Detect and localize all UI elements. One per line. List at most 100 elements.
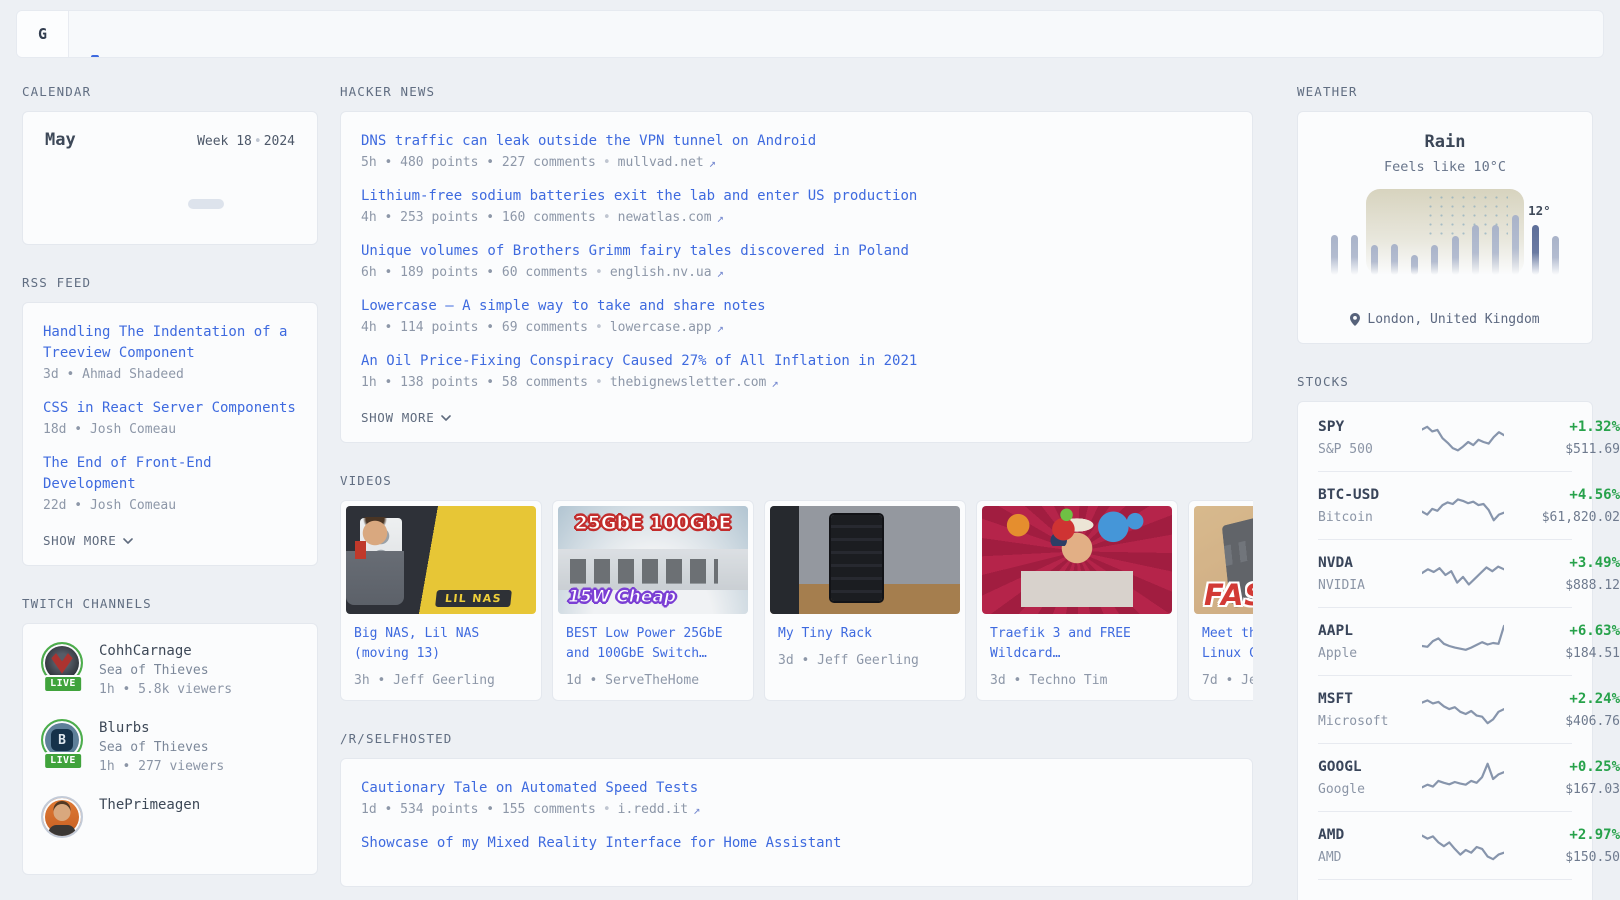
rss-list: Handling The Indentation of a Treeview C… (43, 322, 297, 513)
twitch-section: TWITCH CHANNELS LIVE (22, 596, 318, 875)
stock-row[interactable]: AAPL Apple +6.63% $184.51 (1318, 607, 1572, 675)
page-tab[interactable] (199, 11, 207, 57)
video-card[interactable]: My Tiny Rack 3d • Jeff Geerling (764, 500, 966, 701)
external-link-icon: ↗ (717, 211, 724, 225)
reddit-item-domain[interactable]: i.redd.it (618, 802, 688, 817)
rss-item-title[interactable]: The End of Front-End Development (43, 453, 297, 495)
reddit-item: Cautionary Tale on Automated Speed Tests… (361, 778, 1232, 817)
stock-row[interactable]: SPY S&P 500 +1.32% $511.69 (1318, 404, 1572, 471)
video-card[interactable]: Traefik 3 and FREE Wildcard… 3d • Techno… (976, 500, 1178, 701)
rss-item-title[interactable]: CSS in React Server Components (43, 398, 297, 419)
video-title[interactable]: Traefik 3 and FREE Wildcard… (990, 624, 1164, 664)
hackernews-show-more-button[interactable]: SHOW MORE (361, 410, 451, 425)
news-item: Lithium-free sodium batteries exit the l… (361, 186, 1232, 225)
separator-dot: • (588, 375, 610, 390)
stock-row[interactable]: NVDA NVIDIA +3.49% $888.12 (1318, 539, 1572, 607)
twitch-channel-row[interactable]: ThePrimeagen (41, 796, 299, 838)
rss-show-more-button[interactable]: SHOW MORE (43, 533, 133, 548)
stock-change: +2.24% (1504, 689, 1620, 709)
weekday-label (188, 166, 224, 172)
news-item-title[interactable]: DNS traffic can leak outside the VPN tun… (361, 131, 1232, 152)
page-tab[interactable] (127, 11, 135, 57)
external-link-icon: ↗ (717, 321, 724, 335)
weekday-label (45, 166, 81, 172)
news-item-title[interactable]: Lithium-free sodium batteries exit the l… (361, 186, 1232, 207)
twitch-channel-info: Blurbs Sea of Thieves 1h • 277 viewers (99, 719, 224, 774)
news-item-domain[interactable]: lowercase.app (610, 320, 712, 335)
news-item-meta: 5h • 480 points • 227 comments • mullvad… (361, 155, 1232, 170)
separator-dot: • (596, 155, 618, 170)
news-item-title[interactable]: Unique volumes of Brothers Grimm fairy t… (361, 241, 1232, 262)
twitch-channel-name: Blurbs (99, 720, 224, 736)
weather-bar (1472, 225, 1479, 275)
weather-bar (1552, 236, 1559, 275)
weather-section: WEATHER Rain Feels like 10°C 12° (1297, 84, 1593, 344)
news-item-title[interactable]: An Oil Price-Fixing Conspiracy Caused 27… (361, 351, 1232, 372)
news-item-domain[interactable]: english.nv.ua (610, 265, 712, 280)
reddit-item-title[interactable]: Showcase of my Mixed Reality Interface f… (361, 833, 1232, 854)
video-title[interactable]: Big NAS, Lil NAS (moving 13) (354, 624, 528, 664)
stock-row[interactable]: BTC-USD Bitcoin +4.56% $61,820.02 (1318, 471, 1572, 539)
video-title-line: Linux Cluster… (1202, 644, 1253, 664)
selfhosted-section-title: /R/SELFHOSTED (340, 731, 1253, 746)
video-thumbnail[interactable]: FAST (1194, 506, 1253, 614)
page-tab[interactable] (91, 11, 99, 57)
stock-row[interactable]: MSFT Microsoft +2.24% $406.76 (1318, 675, 1572, 743)
selfhosted-card: Cautionary Tale on Automated Speed Tests… (340, 758, 1253, 887)
video-thumbnail[interactable] (982, 506, 1172, 614)
video-title[interactable]: BEST Low Power 25GbE and 100GbE Switch… (566, 624, 740, 664)
video-card[interactable]: 25GbE 100GbE 15W Cheap BEST Low Power 25… (552, 500, 754, 701)
rss-item-meta: 18d • Josh Comeau (43, 422, 297, 437)
video-card[interactable]: LIL NAS Big NAS, Lil NAS (moving 13) 3h … (340, 500, 542, 701)
rss-item-title[interactable]: Handling The Indentation of a Treeview C… (43, 322, 297, 364)
stock-row[interactable]: AMD AMD +2.97% $150.50 (1318, 811, 1572, 879)
top-nav: G (16, 10, 1604, 58)
stock-id: MSFT Microsoft (1318, 689, 1422, 730)
calendar-day (188, 180, 224, 190)
news-item-domain[interactable]: thebignewsletter.com (610, 375, 767, 390)
video-thumbnail[interactable]: 25GbE 100GbE 15W Cheap (558, 506, 748, 614)
stock-id: SPY S&P 500 (1318, 417, 1422, 458)
main-content: CALENDAR May Week 18•2024 RSS FEED (0, 84, 1620, 900)
video-title[interactable]: My Tiny Rack (778, 624, 952, 644)
news-item-domain[interactable]: mullvad.net (618, 155, 704, 170)
news-item: DNS traffic can leak outside the VPN tun… (361, 131, 1232, 170)
video-title-line: Meet the new (1202, 624, 1253, 644)
calendar-day (116, 180, 152, 190)
twitch-channel-row[interactable]: LIVE CohhCarnage Sea of Thieves 1h • 5.8… (41, 642, 299, 697)
hackernews-card: DNS traffic can leak outside the VPN tun… (340, 111, 1253, 443)
app-logo[interactable]: G (17, 11, 69, 57)
hackernews-section: HACKER NEWS DNS traffic can leak outside… (340, 84, 1253, 443)
video-thumbnail[interactable]: LIL NAS (346, 506, 536, 614)
weather-bar (1512, 215, 1519, 275)
calendar-weekday-row (45, 166, 295, 172)
reddit-item-title[interactable]: Cautionary Tale on Automated Speed Tests (361, 778, 1232, 799)
videos-section-title: VIDEOS (340, 473, 1253, 488)
rss-item-meta: 3d • Ahmad Shadeed (43, 367, 297, 382)
hackernews-section-title: HACKER NEWS (340, 84, 1253, 99)
video-card[interactable]: FAST Meet the new Linux Cluster… 7d • Je… (1188, 500, 1253, 701)
reddit-item-meta: 1d • 534 points • 155 comments • i.redd.… (361, 802, 1232, 817)
stocks-section: STOCKS SPY S&P 500 +1.32% (1297, 374, 1593, 900)
twitch-avatar-wrap: B LIVE (41, 719, 85, 761)
stock-values: +3.49% $888.12 (1504, 553, 1620, 594)
news-item: Unique volumes of Brothers Grimm fairy t… (361, 241, 1232, 280)
twitch-channel-info: CohhCarnage Sea of Thieves 1h • 5.8k vie… (99, 642, 232, 697)
stock-change: +2.97% (1504, 825, 1620, 845)
twitch-channel-game: Sea of Thieves (99, 740, 224, 755)
calendar-week-label: Week 18•2024 (197, 134, 295, 149)
news-item-stats: 6h • 189 points • 60 comments (361, 265, 588, 280)
twitch-channel-row[interactable]: B LIVE Blurbs Sea of Thieves 1h • 277 vi… (41, 719, 299, 774)
video-thumbnail[interactable] (770, 506, 960, 614)
stock-row[interactable]: GOOGL Google +0.25% $167.03 (1318, 743, 1572, 811)
video-title[interactable]: Meet the new Linux Cluster… (1202, 624, 1253, 664)
stock-row[interactable]: RDDT -1.59% (1318, 879, 1572, 900)
sparkline (1422, 824, 1504, 868)
stock-symbol: GOOGL (1318, 757, 1422, 777)
stock-values: +4.56% $61,820.02 (1504, 485, 1620, 526)
news-item-domain[interactable]: newatlas.com (618, 210, 712, 225)
sparkline (1422, 892, 1504, 900)
page-tab[interactable] (163, 11, 171, 57)
news-item-title[interactable]: Lowercase – A simple way to take and sha… (361, 296, 1232, 317)
calendar-day-grid (45, 180, 295, 228)
